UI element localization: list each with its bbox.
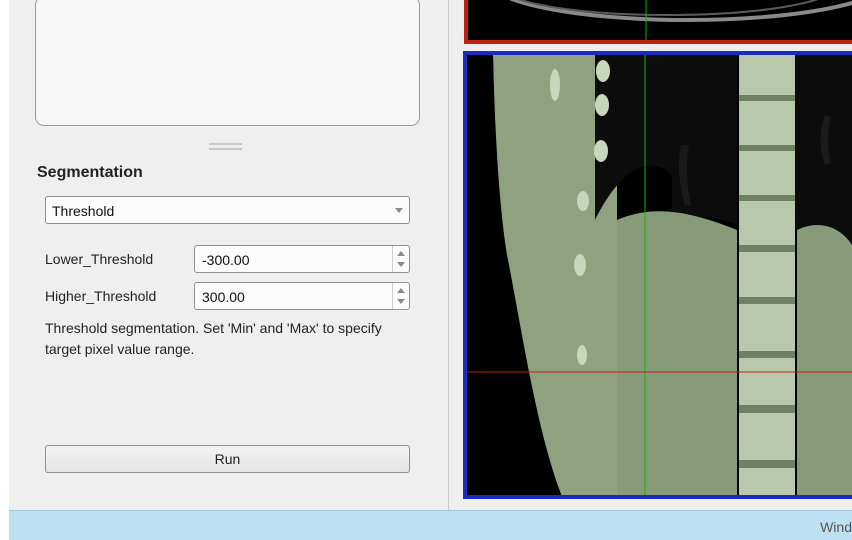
- module-list-box[interactable]: [35, 0, 420, 126]
- spine: [739, 55, 795, 495]
- coronal-slice-image: [467, 55, 852, 495]
- axial-slice-image: [509, 0, 852, 40]
- panel-splitter-handle[interactable]: [209, 143, 242, 151]
- segmentation-title: Segmentation: [37, 164, 143, 181]
- coronal-view[interactable]: [463, 51, 852, 499]
- control-panel: Segmentation Threshold Lower_Threshold -…: [9, 0, 448, 510]
- segmentation-method-select[interactable]: Threshold: [45, 196, 410, 224]
- axial-view[interactable]: [464, 0, 852, 44]
- chevron-down-icon: [395, 208, 403, 213]
- segmentation-method-value: Threshold: [52, 203, 115, 219]
- higher-threshold-label: Higher_Threshold: [45, 288, 157, 304]
- lower-threshold-value[interactable]: -300.00: [202, 252, 249, 268]
- decrement-arrow-icon[interactable]: [397, 262, 405, 267]
- run-button[interactable]: Run: [45, 445, 410, 473]
- lower-threshold-label: Lower_Threshold: [45, 251, 154, 267]
- status-bar: Wind: [9, 510, 852, 540]
- higher-threshold-spinbox[interactable]: 300.00: [194, 282, 410, 310]
- increment-arrow-icon[interactable]: [397, 288, 405, 293]
- decrement-arrow-icon[interactable]: [397, 299, 405, 304]
- spleen: [797, 225, 852, 495]
- segmentation-description: Threshold segmentation. Set 'Min' and 'M…: [45, 320, 382, 357]
- higher-threshold-value[interactable]: 300.00: [202, 289, 245, 305]
- increment-arrow-icon[interactable]: [397, 251, 405, 256]
- lower-threshold-spinbox[interactable]: -300.00: [194, 245, 410, 273]
- body-outline: [509, 0, 852, 22]
- status-text: Wind: [820, 519, 852, 535]
- liver: [617, 211, 737, 495]
